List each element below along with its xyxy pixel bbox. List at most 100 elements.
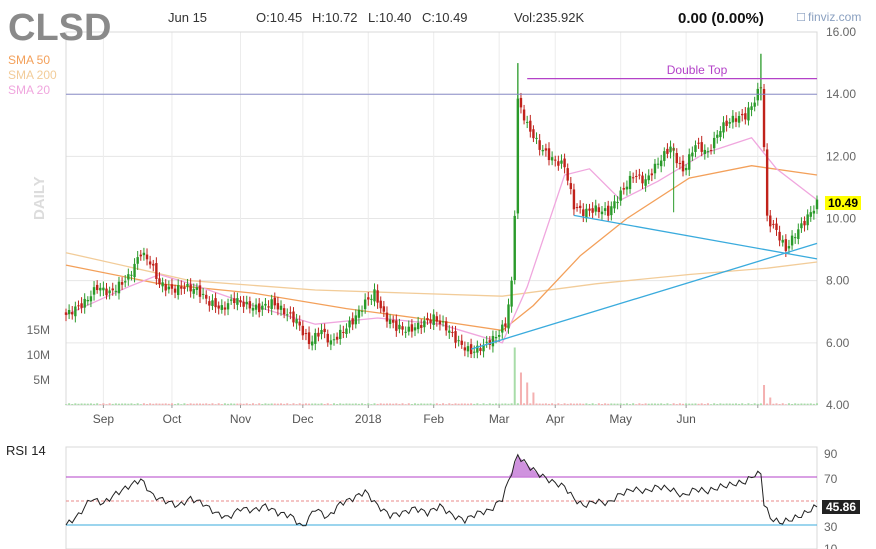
volume-bar xyxy=(357,403,360,405)
volume-bar xyxy=(479,404,482,405)
candle-body xyxy=(610,206,613,216)
volume-bar xyxy=(286,403,289,405)
candle-body xyxy=(292,311,295,323)
candle-body xyxy=(790,235,794,246)
volume-bar xyxy=(663,403,666,405)
candle-body xyxy=(286,314,289,316)
candle-body xyxy=(385,312,389,322)
candle-body xyxy=(348,320,351,328)
x-tick-label: Mar xyxy=(489,412,510,426)
volume-bar xyxy=(722,403,725,405)
candle-body xyxy=(270,299,273,309)
candle-body xyxy=(694,145,697,152)
candle-body xyxy=(329,340,333,345)
volume-bar xyxy=(130,403,133,405)
candle-body xyxy=(189,284,192,292)
candle-body xyxy=(501,324,504,333)
quote-high: H:10.72 xyxy=(312,10,358,25)
candle-body xyxy=(332,339,336,341)
finviz-logo[interactable]: ☐ finviz.com xyxy=(796,10,861,24)
candle-body xyxy=(111,288,114,291)
candle-body xyxy=(659,160,663,167)
candle-body xyxy=(245,301,248,305)
candle-body xyxy=(370,298,373,300)
candle-body xyxy=(354,315,358,325)
volume-bar xyxy=(591,403,594,405)
candle-body xyxy=(578,205,582,209)
volume-bar xyxy=(781,403,784,405)
volume-bar xyxy=(579,403,582,405)
candle-body xyxy=(258,303,261,313)
volume-bar xyxy=(139,404,142,405)
volume-bar xyxy=(167,403,170,405)
volume-bar xyxy=(650,403,653,405)
candle-body xyxy=(803,220,806,226)
volume-bar xyxy=(454,403,457,405)
volume-bar xyxy=(563,403,566,405)
candle-body xyxy=(797,229,800,239)
volume-bar xyxy=(660,403,663,405)
volume-bar xyxy=(404,404,407,405)
volume-bar xyxy=(117,403,120,405)
candle-body xyxy=(535,137,538,139)
volume-bar xyxy=(713,403,716,405)
candle-body xyxy=(675,153,678,164)
volume-bar xyxy=(685,403,688,405)
volume-bar xyxy=(466,403,469,405)
candle-body xyxy=(538,140,541,150)
candle-body xyxy=(772,223,775,225)
volume-bar xyxy=(96,403,99,405)
volume-bar xyxy=(719,403,722,405)
volume-bar xyxy=(410,404,413,405)
volume-bar xyxy=(133,403,136,405)
volume-bar xyxy=(435,403,438,405)
candle-body xyxy=(575,207,579,209)
legend-sma20: SMA 20 xyxy=(8,83,50,97)
volume-bar xyxy=(146,404,149,405)
candle-body xyxy=(307,332,311,345)
candle-body xyxy=(398,324,401,330)
candle-body xyxy=(619,190,622,201)
candle-body xyxy=(317,332,320,337)
volume-bar xyxy=(797,403,800,405)
candle-body xyxy=(641,175,644,184)
volume-bar xyxy=(741,403,744,405)
candle-body xyxy=(301,325,305,336)
price-tick: 14.00 xyxy=(826,87,856,101)
candle-body xyxy=(351,318,354,325)
x-tick-label: Dec xyxy=(292,412,313,426)
candle-body xyxy=(120,282,124,285)
candle-body xyxy=(441,321,445,323)
volume-bar xyxy=(669,404,672,405)
volume-bar xyxy=(102,403,105,405)
volume-bar xyxy=(174,404,177,405)
candle-body xyxy=(323,328,326,333)
x-tick-label: Feb xyxy=(423,412,444,426)
volume-bar xyxy=(710,404,713,405)
candle-body xyxy=(781,239,784,243)
candle-body xyxy=(298,321,301,326)
candle-body xyxy=(594,205,597,212)
candle-body xyxy=(497,334,501,337)
candle-body xyxy=(494,336,498,339)
candle-body xyxy=(647,175,650,181)
volume-bar xyxy=(638,403,641,405)
moving-averages xyxy=(65,136,818,344)
volume-bar xyxy=(111,403,114,405)
volume-bar xyxy=(320,403,323,405)
volume-bar xyxy=(298,403,301,405)
volume-bar xyxy=(728,403,731,405)
candle-body xyxy=(719,131,722,138)
candle-body xyxy=(148,261,152,265)
volume-bar xyxy=(566,403,569,405)
volume-bar xyxy=(498,403,501,405)
price-axis: 16.00 14.00 12.00 10.00 8.00 6.00 4.00 xyxy=(826,25,856,412)
volume-bar xyxy=(99,404,102,405)
volume-bar xyxy=(750,404,753,405)
volume-bar xyxy=(594,404,597,405)
candle-body xyxy=(261,305,264,310)
candle-body xyxy=(753,102,756,107)
volume-bar xyxy=(180,404,183,405)
candle-body xyxy=(460,340,463,345)
volume-bar xyxy=(158,403,161,405)
